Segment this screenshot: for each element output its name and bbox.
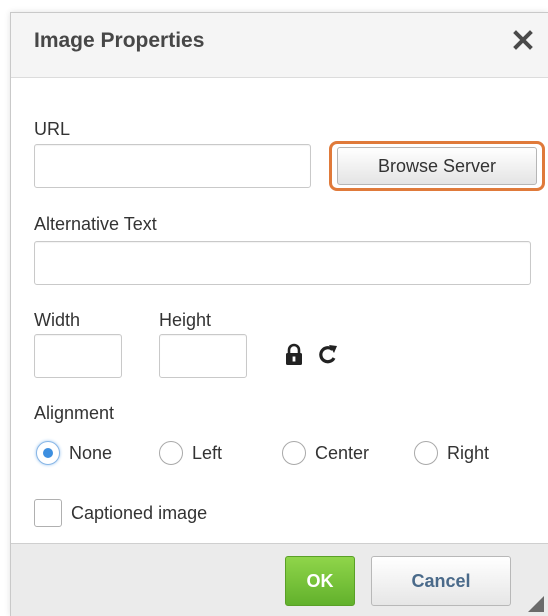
url-label: URL: [34, 119, 71, 139]
reset-size-icon: [319, 345, 337, 364]
ok-button[interactable]: OK: [285, 556, 355, 606]
align-left-radio[interactable]: [159, 441, 183, 465]
alignment-label: Alignment: [34, 403, 115, 423]
browse-server-button[interactable]: Browse Server: [337, 147, 537, 185]
resize-grip-icon[interactable]: [524, 592, 546, 614]
close-icon: [513, 30, 533, 50]
align-right-radio[interactable]: [414, 441, 438, 465]
align-left-label[interactable]: Left: [192, 443, 222, 464]
lock-icon: [286, 343, 302, 365]
height-label: Height: [159, 310, 212, 330]
align-right-label[interactable]: Right: [447, 443, 489, 464]
width-label: Width: [34, 310, 81, 330]
dialog-footer: OK Cancel: [11, 543, 548, 616]
align-center-radio[interactable]: [282, 441, 306, 465]
cancel-button[interactable]: Cancel: [371, 556, 511, 606]
captioned-image-checkbox[interactable]: [34, 499, 62, 527]
dialog-title: Image Properties: [34, 29, 205, 52]
close-button[interactable]: [508, 25, 538, 55]
reset-size-button[interactable]: [317, 343, 339, 372]
align-none-radio[interactable]: [36, 441, 60, 465]
height-input[interactable]: [159, 334, 247, 378]
align-none-label[interactable]: None: [69, 443, 112, 464]
captioned-image-label[interactable]: Captioned image: [71, 503, 207, 524]
align-center-label[interactable]: Center: [315, 443, 369, 464]
lock-ratio-button[interactable]: [284, 343, 304, 372]
alt-text-label: Alternative Text: [34, 214, 157, 234]
url-input[interactable]: [34, 144, 311, 188]
dialog-titlebar[interactable]: Image Properties: [11, 13, 548, 78]
width-input[interactable]: [34, 334, 122, 378]
alt-text-input[interactable]: [34, 241, 531, 285]
image-properties-dialog: Image Properties URL Browse Server Alter…: [10, 12, 548, 616]
